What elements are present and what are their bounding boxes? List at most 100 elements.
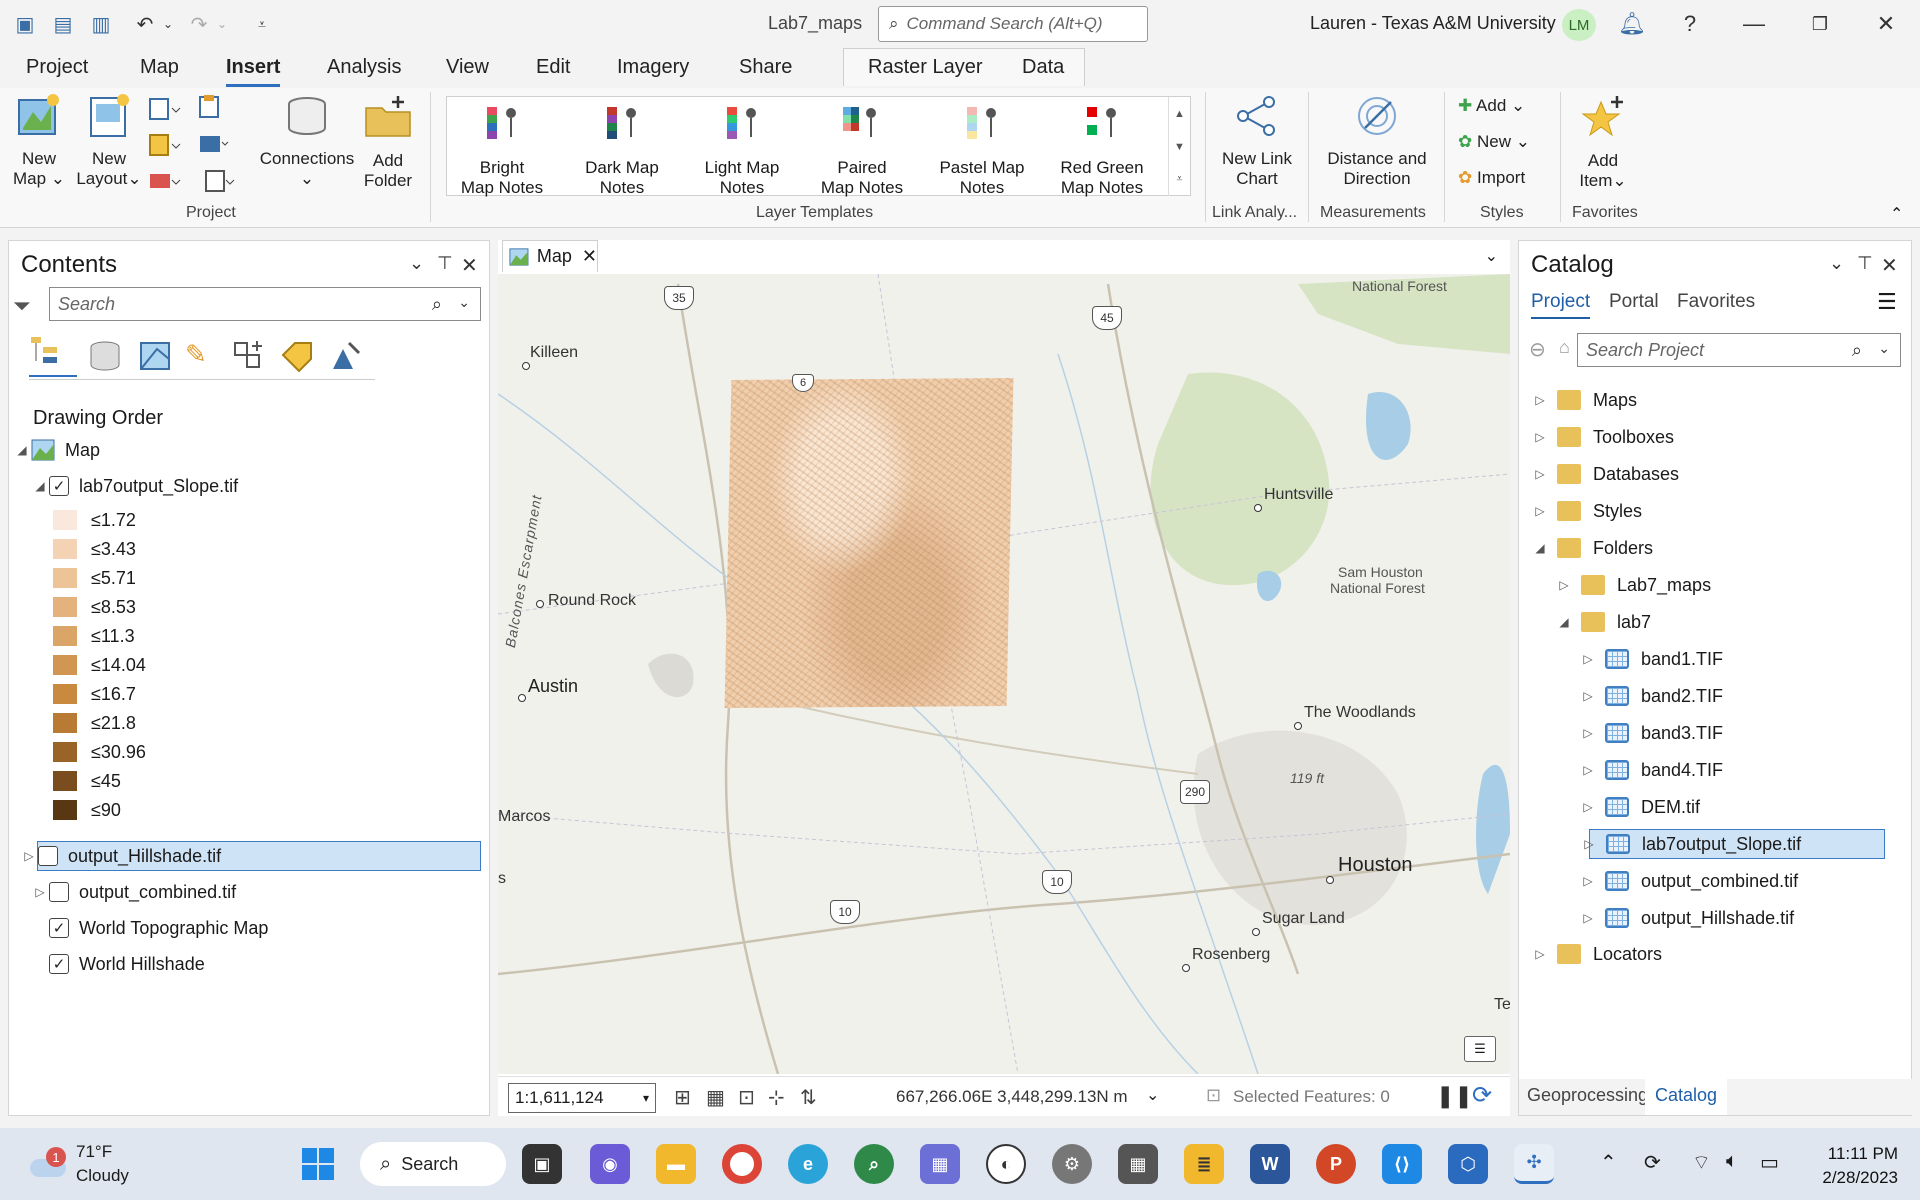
- expand-icon[interactable]: ▷: [1531, 504, 1549, 518]
- teams-chat-icon[interactable]: ◉: [590, 1144, 630, 1184]
- catalog-raster-item[interactable]: ▷ output_Hillshade.tif: [1579, 903, 1794, 933]
- list-by-source-icon[interactable]: [87, 339, 123, 373]
- expand-icon[interactable]: ▷: [1579, 652, 1597, 666]
- slope-raster-layer[interactable]: [724, 378, 1014, 708]
- overview-toggle-icon[interactable]: ☰: [1464, 1036, 1496, 1062]
- new-layout-button[interactable]: New Layout⌄: [76, 92, 142, 189]
- template-light-map-notes[interactable]: Light Map Notes: [687, 101, 797, 198]
- add-folder-button[interactable]: Add Folder: [356, 94, 420, 191]
- legend-class-row[interactable]: ≤1.72: [53, 505, 136, 535]
- legend-swatch[interactable]: [53, 539, 77, 559]
- tab-raster-layer[interactable]: Raster Layer: [868, 56, 983, 79]
- catalog-item-styles[interactable]: ▷ Styles: [1531, 496, 1642, 526]
- collapse-icon[interactable]: ◢: [1531, 541, 1549, 555]
- edge-icon[interactable]: e: [788, 1144, 828, 1184]
- vscode-icon[interactable]: ⟨⟩: [1382, 1144, 1422, 1184]
- legend-class-row[interactable]: ≤45: [53, 766, 121, 796]
- legend-class-row[interactable]: ≤5.71: [53, 563, 136, 593]
- python-window-icon[interactable]: [204, 168, 238, 194]
- layer-visibility-checkbox[interactable]: [38, 846, 58, 866]
- gallery-scroll-up-icon[interactable]: ▲: [1168, 97, 1190, 130]
- user-name[interactable]: Lauren - Texas A&M University: [1310, 13, 1556, 34]
- catalog-raster-item[interactable]: ▷ band4.TIF: [1579, 755, 1723, 785]
- layer-row-hillshade[interactable]: ▷ output_Hillshade.tif: [24, 841, 481, 871]
- tab-list-dropdown-icon[interactable]: ⌄: [1485, 246, 1498, 266]
- refresh-icon[interactable]: ⟳: [1472, 1081, 1492, 1110]
- pause-drawing-icon[interactable]: ❚❚: [1436, 1083, 1473, 1109]
- volume-icon[interactable]: 🔈︎: [1726, 1150, 1738, 1173]
- minimize-button[interactable]: —: [1734, 8, 1774, 40]
- undo-icon[interactable]: ↶: [132, 10, 158, 38]
- home-icon[interactable]: ⌂: [1559, 337, 1570, 358]
- expand-icon[interactable]: ▷: [1531, 430, 1549, 444]
- collapse-icon[interactable]: ◢: [31, 479, 49, 493]
- notification-bell-icon[interactable]: 🔔︎: [1612, 8, 1652, 40]
- legend-swatch[interactable]: [53, 684, 77, 704]
- legend-swatch[interactable]: [53, 655, 77, 675]
- geoprocessing-tab[interactable]: Geoprocessing: [1527, 1085, 1648, 1106]
- expand-icon[interactable]: ▷: [1579, 911, 1597, 925]
- undo-dropdown-icon[interactable]: ⌄: [160, 10, 176, 38]
- layer-visibility-checkbox[interactable]: ✓: [49, 954, 69, 974]
- legend-swatch[interactable]: [53, 771, 77, 791]
- back-icon[interactable]: ⊖: [1529, 337, 1546, 362]
- drawing-order-view-button[interactable]: [29, 335, 77, 377]
- legend-swatch[interactable]: [53, 510, 77, 530]
- chrome-icon[interactable]: [722, 1144, 762, 1184]
- catalog-raster-item[interactable]: ▷ DEM.tif: [1579, 792, 1700, 822]
- system-clock[interactable]: 11:11 PM 2/28/2023: [1822, 1142, 1898, 1190]
- tab-edit[interactable]: Edit: [536, 56, 570, 79]
- template-pastel-map-notes[interactable]: Pastel Map Notes: [927, 101, 1037, 198]
- catalog-raster-item[interactable]: ▷ lab7output_Slope.tif: [1584, 829, 1885, 859]
- pane-options-icon[interactable]: ⌄: [1829, 253, 1844, 274]
- customize-qat-icon[interactable]: ⩡: [252, 10, 272, 38]
- distance-direction-button[interactable]: Distance and Direction: [1318, 92, 1436, 189]
- start-button[interactable]: [298, 1144, 338, 1184]
- collapse-icon[interactable]: ◢: [13, 443, 31, 457]
- legend-class-row[interactable]: ≤8.53: [53, 592, 136, 622]
- legend-swatch[interactable]: [53, 626, 77, 646]
- expand-icon[interactable]: ▷: [1555, 578, 1573, 592]
- list-by-editing-icon[interactable]: ✎: [185, 339, 207, 370]
- layer-row-slope[interactable]: ◢ ✓ lab7output_Slope.tif: [31, 471, 238, 501]
- expand-icon[interactable]: ▷: [1579, 874, 1597, 888]
- template-dark-map-notes[interactable]: Dark Map Notes: [567, 101, 677, 198]
- calculator-icon[interactable]: ▦: [1118, 1144, 1158, 1184]
- snapping-icon[interactable]: ⊡: [738, 1085, 755, 1110]
- restore-button[interactable]: ❐: [1800, 8, 1840, 40]
- map-node[interactable]: ◢ Map: [13, 435, 100, 465]
- wifi-icon[interactable]: ⌔: [1692, 1150, 1711, 1175]
- legend-class-row[interactable]: ≤30.96: [53, 737, 146, 767]
- list-by-labeling-icon[interactable]: [279, 339, 315, 373]
- redo-icon[interactable]: ↷: [186, 10, 212, 38]
- tab-analysis[interactable]: Analysis: [327, 56, 401, 79]
- catalog-item-folders[interactable]: ◢ Folders: [1531, 533, 1653, 563]
- catalog-tab-favorites[interactable]: Favorites: [1677, 291, 1755, 313]
- calendar-app-icon[interactable]: ▦: [920, 1144, 960, 1184]
- catalog-raster-item[interactable]: ▷ band3.TIF: [1579, 718, 1723, 748]
- legend-swatch[interactable]: [53, 568, 77, 588]
- expand-icon[interactable]: ▷: [1580, 837, 1598, 851]
- legend-swatch[interactable]: [53, 713, 77, 733]
- sync-icon[interactable]: ⟳: [1644, 1150, 1661, 1175]
- expand-icon[interactable]: ▷: [1531, 947, 1549, 961]
- tab-project[interactable]: Project: [26, 56, 88, 79]
- styles-add-button[interactable]: ✚ Add ⌄: [1458, 96, 1525, 116]
- catalog-item-toolboxes[interactable]: ▷ Toolboxes: [1531, 422, 1674, 452]
- weather-widget[interactable]: 1 71°F Cloudy: [28, 1140, 129, 1188]
- task-icon[interactable]: [148, 168, 182, 194]
- catalog-tab-project[interactable]: Project: [1531, 291, 1591, 319]
- powerpoint-icon[interactable]: P: [1316, 1144, 1356, 1184]
- tab-imagery[interactable]: Imagery: [617, 56, 689, 79]
- pin-icon[interactable]: ⊤: [1857, 253, 1873, 274]
- avatar[interactable]: LM: [1562, 9, 1596, 41]
- security-shield-icon[interactable]: ⬡: [1448, 1144, 1488, 1184]
- catalog-item-databases[interactable]: ▷ Databases: [1531, 459, 1679, 489]
- template-red-green-map-notes[interactable]: Red Green Map Notes: [1047, 101, 1157, 198]
- new-project-icon[interactable]: ▣: [10, 10, 40, 38]
- selected-features-count[interactable]: Selected Features: 0: [1233, 1087, 1390, 1107]
- gallery-scroll-down-icon[interactable]: ▼: [1168, 130, 1190, 163]
- layer-row-world-hillshade[interactable]: ✓ World Hillshade: [49, 949, 205, 979]
- constraints-icon[interactable]: ⊹: [768, 1085, 785, 1110]
- new-map-button[interactable]: New Map ⌄: [12, 92, 66, 189]
